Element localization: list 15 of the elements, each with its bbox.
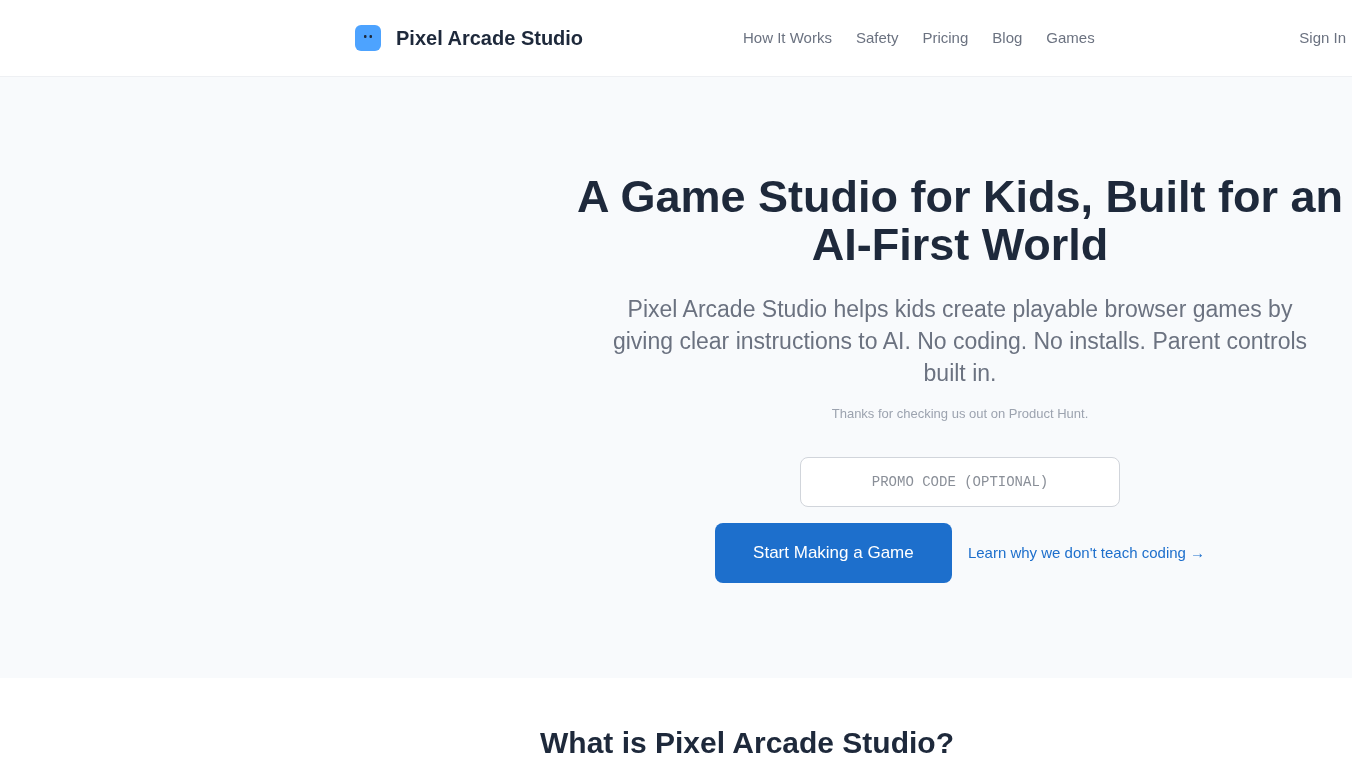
hero-subtitle: Pixel Arcade Studio helps kids create playable browser games by giving clear instructions to AI. No coding. No installs. Parent controls built in. (611, 295, 1309, 388)
logo-icon (355, 25, 381, 51)
brand-name[interactable]: Pixel Arcade Studio (396, 23, 584, 53)
sign-in-link[interactable]: Sign In (1299, 26, 1346, 50)
nav-link[interactable]: Safety (855, 26, 899, 50)
section-title: What is Pixel Arcade Studio? (540, 725, 954, 760)
nav-link[interactable]: Pricing (922, 26, 969, 50)
learn-more-link[interactable]: Learn why we don't teach coding → (967, 541, 1206, 565)
start-making-game-button[interactable]: Start Making a Game (714, 523, 952, 583)
nav-link[interactable]: Games (1046, 26, 1095, 50)
nav-link[interactable]: How It Works (743, 26, 832, 50)
hero-heading: A Game Studio for Kids, Built for an AI-First World (577, 173, 1343, 269)
nav-link[interactable]: Blog (992, 26, 1023, 50)
product-hunt-note: Thanks for checking us out on Product Hunt. (831, 405, 1089, 423)
promo-code-field[interactable]: PROMO CODE (OPTIONAL) (800, 457, 1120, 507)
